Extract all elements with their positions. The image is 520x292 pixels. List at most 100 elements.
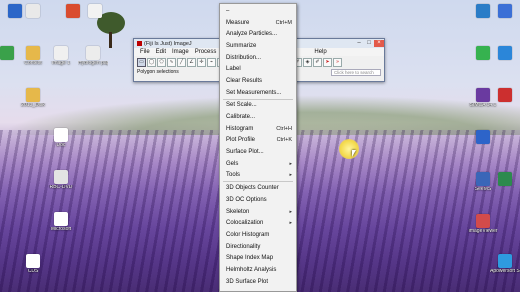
desktop-icon[interactable]: [80, 4, 110, 19]
menu-item-label: Plot Profile: [226, 137, 256, 144]
menu-item-3d-surface-plot[interactable]: 3D Surface Plot: [220, 276, 296, 288]
rectangle-tool-icon[interactable]: ▭: [137, 57, 146, 67]
menu-item-gels[interactable]: Gels ▸: [220, 158, 296, 170]
desktop-icon-label: Apowersoft Screen: [490, 269, 520, 274]
desktop-icon[interactable]: ImageViewer: [468, 214, 498, 235]
desktop-icon[interactable]: [468, 130, 498, 145]
menu-item-calibrate[interactable]: Calibrate...: [220, 111, 296, 123]
menu-item-color-histogram[interactable]: Color Histogram: [220, 229, 296, 241]
wand-tool-icon[interactable]: ⌁: [207, 57, 216, 67]
desktop-icon[interactable]: Image 1: [46, 46, 76, 67]
submenu-arrow-icon: ▸: [289, 208, 292, 215]
menu-item-label: Calibrate...: [226, 114, 256, 121]
desktop-icon-label: Microsoft: [50, 227, 72, 232]
menu-item-colocalization[interactable]: Colocalization ▸: [220, 217, 296, 229]
desktop-icon[interactable]: Doc: [46, 128, 76, 149]
file-icon: [54, 212, 68, 226]
menu-item-analyze-particles[interactable]: Analyze Particles...: [220, 28, 296, 40]
menu-item-label: Shape Index Map: [226, 255, 274, 262]
desktop-icon[interactable]: 2013_Disk: [18, 88, 48, 109]
menu-item-summarize[interactable]: Summarize: [220, 40, 296, 52]
close-button[interactable]: ×: [374, 40, 384, 47]
oval-tool-icon[interactable]: ◯: [147, 57, 156, 67]
desktop-icon-label: Doc: [56, 143, 66, 148]
app-icon: [476, 4, 490, 18]
desktop-icon[interactable]: Contest: [18, 46, 48, 67]
line-tool-icon[interactable]: ╱: [177, 57, 186, 67]
menu-item-label: Distribution...: [226, 54, 262, 61]
menu-tearoff[interactable]: –: [220, 5, 296, 17]
menu-help[interactable]: Help: [311, 48, 329, 56]
menu-item-measure[interactable]: Measure Ctrl+M: [220, 17, 296, 29]
menu-item-3d-objects-counter[interactable]: 3D Objects Counter: [220, 182, 296, 194]
file-icon: [54, 46, 68, 60]
desktop-icon[interactable]: [18, 4, 48, 19]
desktop-icon-label: 2013_Disk: [21, 103, 45, 108]
file-icon: [54, 128, 68, 142]
more-tools-icon[interactable]: »: [333, 57, 342, 67]
menu-item-tools[interactable]: Tools ▸: [220, 170, 296, 182]
menu-item-3d-oc-options[interactable]: 3D OC Options: [220, 194, 296, 206]
point-tool-icon[interactable]: ✛: [197, 57, 206, 67]
menu-item-label: Skeleton: [226, 208, 250, 215]
menu-item-label: Gels: [226, 160, 239, 167]
file-icon: [26, 4, 40, 18]
menu-item-directionality[interactable]: Directionality: [220, 241, 296, 253]
menu-item-distribution[interactable]: Distribution...: [220, 52, 296, 64]
menu-item-label: Helmholtz Analysis: [226, 266, 277, 273]
file-icon: [66, 4, 80, 18]
menu-item-plot-profile[interactable]: Plot Profile Ctrl+K: [220, 135, 296, 147]
mouse-highlight: [339, 139, 359, 159]
menu-item-label[interactable]: Label: [220, 63, 296, 75]
desktop-icon[interactable]: [490, 4, 520, 19]
menu-item-label: 3D Surface Plot: [226, 278, 269, 285]
minimize-button[interactable]: –: [354, 40, 364, 47]
polygon-tool-icon[interactable]: ⬠: [157, 57, 166, 67]
file-icon: [0, 46, 14, 60]
menu-item-set-measurements[interactable]: Set Measurements...: [220, 87, 296, 99]
menu-item-clear-results[interactable]: Clear Results: [220, 75, 296, 87]
menu-item-label: Color Histogram: [226, 231, 270, 238]
menu-item-helmholtz-analysis[interactable]: Helmholtz Analysis: [220, 264, 296, 276]
menu-file[interactable]: File: [137, 48, 153, 56]
maximize-button[interactable]: □: [364, 40, 374, 47]
menu-item-label: Measure: [226, 19, 250, 26]
menu-item-label: Colocalization: [226, 220, 264, 227]
desktop-icon[interactable]: [490, 88, 520, 103]
menu-process[interactable]: Process: [192, 48, 220, 56]
desktop-icon[interactable]: RBC-DVD: [46, 170, 76, 191]
menu-image[interactable]: Image: [169, 48, 192, 56]
app-icon: [476, 130, 490, 144]
app-icon: [476, 46, 490, 60]
flood-fill-icon[interactable]: ◈: [303, 57, 312, 67]
dropper-tool-icon[interactable]: ✐: [313, 57, 322, 67]
menu-item-skeleton[interactable]: Skeleton ▸: [220, 206, 296, 218]
desktop-icon[interactable]: [490, 46, 520, 61]
analyze-menu-dropdown: – Measure Ctrl+M Analyze Particles... Summa…: [219, 3, 297, 292]
menu-item-shape-index-map[interactable]: Shape Index Map: [220, 252, 296, 264]
desktop-icon-label: SIMCA 14.1: [469, 103, 497, 108]
menu-item-set-scale[interactable]: Set Scale...: [220, 100, 296, 112]
angle-tool-icon[interactable]: ∠: [187, 57, 196, 67]
app-icon: [498, 88, 512, 102]
freehand-tool-icon[interactable]: ∿: [167, 57, 176, 67]
desktop-icon[interactable]: CDS: [18, 254, 48, 275]
arrow-tool-icon[interactable]: ➤: [323, 57, 332, 67]
search-field[interactable]: Click here to search: [331, 68, 381, 76]
desktop-icon-label: SeeMS: [474, 187, 492, 192]
desktop-icon-label: Hydrogen paper: [78, 61, 108, 66]
file-icon: [26, 254, 40, 268]
submenu-arrow-icon: ▸: [289, 220, 292, 227]
desktop-icon-label: ImageViewer: [468, 229, 498, 234]
desktop-icon[interactable]: [490, 172, 520, 187]
menu-item-surface-plot[interactable]: Surface Plot...: [220, 146, 296, 158]
menu-edit[interactable]: Edit: [153, 48, 169, 56]
desktop-icon[interactable]: Apowersoft Screen: [490, 254, 520, 275]
desktop-icon[interactable]: Microsoft: [46, 212, 76, 233]
menu-item-histogram[interactable]: Histogram Ctrl+H: [220, 123, 296, 135]
app-icon: [476, 88, 490, 102]
menu-item-label: Set Scale...: [226, 102, 257, 109]
desktop-icon-label: Contest: [24, 61, 42, 66]
desktop-icon[interactable]: Hydrogen paper: [78, 46, 108, 67]
menu-item-label: Label: [226, 66, 241, 73]
